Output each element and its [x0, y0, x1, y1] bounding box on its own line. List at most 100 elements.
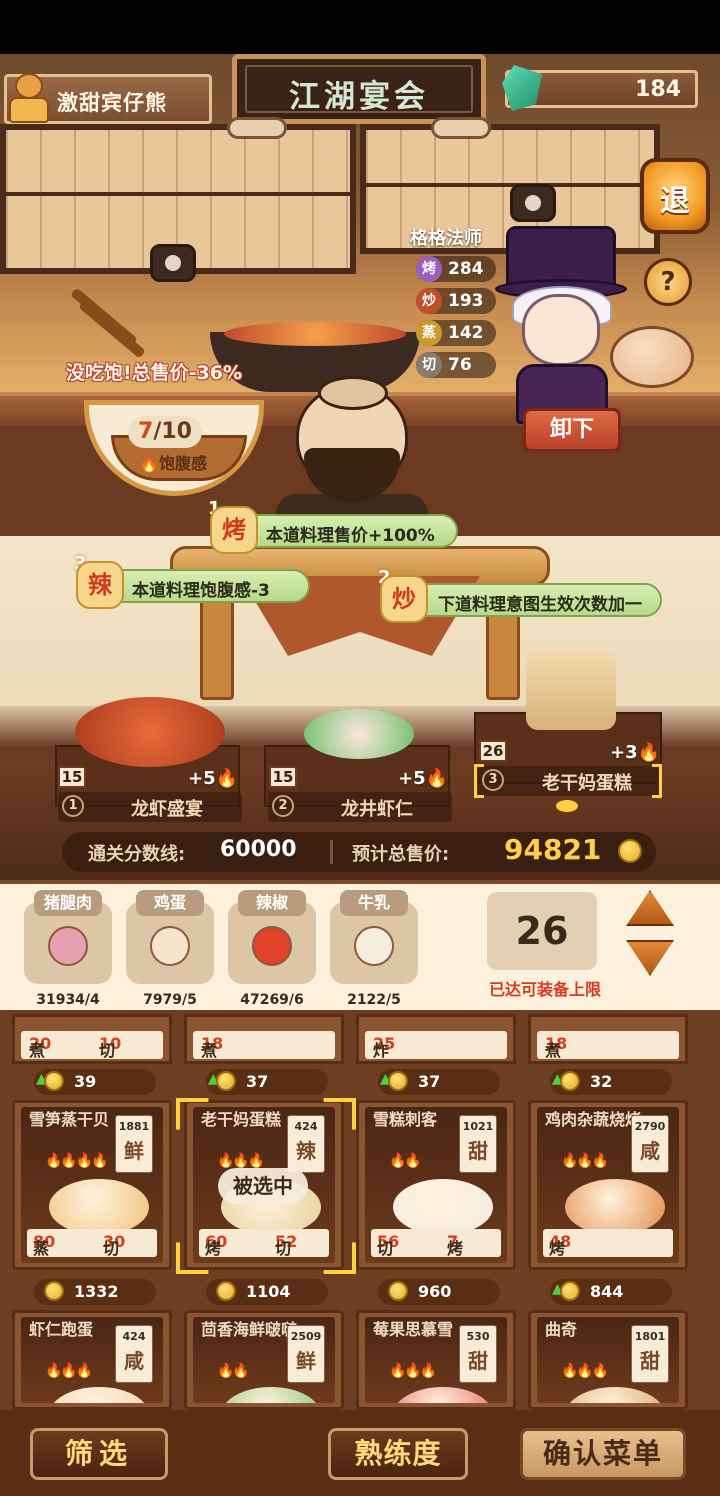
ingredient-card[interactable]: 鸡蛋 7979/5	[126, 890, 214, 1008]
cloud-ornament	[227, 117, 287, 139]
confirm-menu-button[interactable]: 确认菜单	[520, 1428, 686, 1480]
coin-icon	[44, 1071, 64, 1091]
capacity-text: 已达可装备上限	[488, 980, 601, 999]
recipe-card-partial[interactable]: 煮 20 切 10	[12, 1014, 172, 1064]
dish-bonus: +5🔥	[188, 768, 239, 789]
skill-value: 193	[448, 291, 484, 311]
gem-counter[interactable]: 184	[502, 65, 698, 111]
bottom-bar: 筛选 熟练度 确认菜单	[0, 1410, 720, 1496]
sort-down-button[interactable]	[626, 940, 674, 976]
dish-level: 15	[58, 766, 86, 788]
recipe-food-image	[393, 1387, 493, 1403]
coin-icon	[216, 1281, 236, 1301]
recipe-price: ▲ 39	[34, 1069, 156, 1095]
ingredient-name: 辣椒	[238, 890, 306, 916]
lantern	[150, 244, 196, 282]
effect-badge: 炒	[380, 575, 428, 623]
skill-requirement: 煮 18	[201, 1034, 224, 1060]
cloud-ornament	[431, 117, 491, 139]
recipe-tag: 1801 甜	[631, 1325, 669, 1383]
recipe-tag: 2790 咸	[631, 1115, 669, 1173]
ingredient-icon	[48, 926, 88, 966]
proficiency-button[interactable]: 熟练度	[328, 1428, 468, 1480]
shrimp-dish-food	[304, 709, 414, 759]
coin-icon	[618, 839, 642, 863]
skill-requirement: 烤 7	[447, 1232, 464, 1258]
skill-requirement: 切 56	[377, 1232, 400, 1258]
player-badge[interactable]: 激甜宾仔熊	[4, 73, 212, 124]
effect-badge: 辣	[76, 561, 124, 609]
coin-icon	[216, 1071, 236, 1091]
recipe-card[interactable]: 虾仁跑蛋 424 咸 🔥🔥🔥	[12, 1310, 172, 1410]
recipe-price: ▲ 32	[550, 1069, 672, 1095]
recipe-tag: 424 咸	[115, 1325, 153, 1383]
ingredient-count: 47269/6	[240, 992, 304, 1008]
chef-stat: 烤 284	[416, 256, 496, 282]
recipe-card-partial[interactable]: 炸 25	[356, 1014, 516, 1064]
chef-stat: 切 76	[416, 352, 496, 378]
coin-icon	[388, 1281, 408, 1301]
page-title: 江湖宴会	[289, 79, 429, 115]
capacity-count: 26	[487, 892, 597, 970]
total-price: 94821	[504, 833, 602, 866]
recipe-price: 1332	[34, 1279, 156, 1305]
satiety-count: 7/10	[128, 416, 202, 448]
skill-value: 142	[448, 323, 484, 343]
exit-label: 退	[660, 184, 690, 219]
recipe-price: ▲ 37	[378, 1069, 500, 1095]
recipe-card-partial[interactable]: 煮 18	[184, 1014, 344, 1064]
recipe-card[interactable]: 茴香海鲜啵啵 2509 鲜 🔥🔥	[184, 1310, 344, 1410]
skill-requirement: 煮 18	[545, 1034, 568, 1060]
effect-badge: 烤	[210, 506, 258, 554]
skill-value: 284	[448, 259, 484, 279]
fire-icon: 🔥🔥🔥	[561, 1153, 609, 1169]
exit-button[interactable]: 退	[640, 158, 710, 234]
filter-button[interactable]: 筛选	[30, 1428, 168, 1480]
ingredient-card[interactable]: 牛乳 2122/5	[330, 890, 418, 1008]
fire-icon: 🔥🔥🔥	[561, 1363, 609, 1379]
ingredient-panel: 猪腿肉 31934/4 鸡蛋 7979/5 辣椒 47269/6 牛乳 2122/5 26 已…	[0, 880, 720, 1010]
coin-icon	[388, 1071, 408, 1091]
recipe-food-image	[49, 1179, 149, 1235]
recipe-food-image	[221, 1387, 321, 1403]
recipe-price: ▲ 37	[206, 1069, 328, 1095]
help-button[interactable]: ?	[644, 258, 692, 306]
skill-requirement: 蒸 80	[33, 1232, 56, 1258]
ingredient-card[interactable]: 猪腿肉 31934/4	[24, 890, 112, 1008]
ingredient-card[interactable]: 辣椒 47269/6	[228, 890, 316, 1008]
coin-icon	[560, 1281, 580, 1301]
selection-bracket	[474, 764, 484, 798]
recipe-card[interactable]: 曲奇 1801 甜 🔥🔥🔥	[528, 1310, 688, 1410]
recipe-food-image	[393, 1179, 493, 1235]
skill-badge: 烤	[416, 256, 442, 282]
satiety-warning: 没吃饱!总售价-36%	[66, 362, 243, 384]
dish-bonus: +5🔥	[398, 768, 449, 789]
chef-stat: 蒸 142	[416, 320, 496, 346]
recipe-card[interactable]: 雪笋蒸干贝 1881 鲜 🔥🔥🔥🔥 蒸 80 切 30	[12, 1100, 172, 1270]
lobster-feast-food	[75, 697, 225, 767]
recipe-card[interactable]: 莓果思慕雪 530 甜 🔥🔥🔥	[356, 1310, 516, 1410]
skill-requirement: 煮 20	[29, 1034, 52, 1060]
served-dish-label-3: 3 老干妈蛋糕	[478, 766, 662, 796]
fire-icon: 🔥🔥🔥	[389, 1363, 437, 1379]
recipe-price: 960	[378, 1279, 500, 1305]
recipe-card[interactable]: 鸡肉杂蔬烧烤 2790 咸 🔥🔥🔥 烤 48	[528, 1100, 688, 1270]
sort-up-button[interactable]	[626, 890, 674, 926]
skill-badge: 蒸	[416, 320, 442, 346]
fire-icon: 🔥🔥🔥🔥	[45, 1153, 109, 1169]
unload-button[interactable]: 卸下	[523, 408, 621, 452]
recipe-tag: 2509 鲜	[287, 1325, 325, 1383]
selection-bracket	[652, 764, 662, 798]
chef-portrait[interactable]	[495, 214, 627, 424]
fire-icon: 🔥🔥	[217, 1363, 250, 1379]
ingredient-icon	[150, 926, 190, 966]
fire-icon: 🔥🔥	[389, 1153, 422, 1169]
ingredient-icon	[354, 926, 394, 966]
status-bar	[0, 0, 720, 54]
pass-score: 60000	[220, 837, 297, 862]
recipe-card-partial[interactable]: 煮 18	[528, 1014, 688, 1064]
recipe-card[interactable]: 雪糕刺客 1021 甜 🔥🔥 切 56 烤 7	[356, 1100, 516, 1270]
selected-label: 被选中	[218, 1168, 308, 1204]
dish-level: 15	[269, 766, 297, 788]
coin-icon	[44, 1281, 64, 1301]
